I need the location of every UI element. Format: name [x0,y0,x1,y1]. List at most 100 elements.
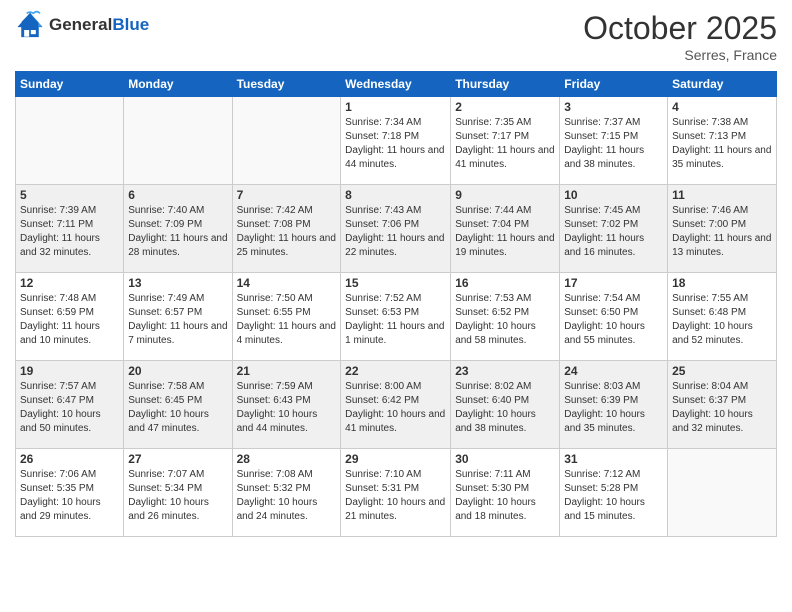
day-number: 19 [20,364,119,378]
day-cell: 1 Sunrise: 7:34 AM Sunset: 7:18 PM Daylig… [341,97,451,185]
day-cell: 30 Sunrise: 7:11 AM Sunset: 5:30 PM Dayli… [451,449,560,537]
day-number: 23 [455,364,555,378]
day-cell: 6Sunrise: 7:40 AM Sunset: 7:09 PM Daylig… [124,185,232,273]
day-info: Sunrise: 7:53 AM Sunset: 6:52 PM Dayligh… [455,292,555,348]
day-cell: 25Sunrise: 8:04 AM Sunset: 6:37 PM Dayli… [668,361,777,449]
day-cell: 31 Sunrise: 7:12 AM Sunset: 5:28 PM Dayli… [560,449,668,537]
day-number: 21 [237,364,337,378]
day-cell: 19Sunrise: 7:57 AM Sunset: 6:47 PM Dayli… [16,361,124,449]
day-info: Sunrise: 7:49 AM Sunset: 6:57 PM Dayligh… [128,292,227,348]
day-info: Sunrise: 7:07 AM Sunset: 5:34 PM Dayligh… [128,468,227,524]
day-info: Sunrise: 8:02 AM Sunset: 6:40 PM Dayligh… [455,380,555,436]
day-header-friday: Friday [560,72,668,97]
location: Serres, France [583,47,777,63]
day-number: 25 [672,364,772,378]
day-header-tuesday: Tuesday [232,72,341,97]
month-title: October 2025 [583,10,777,47]
day-cell: 17Sunrise: 7:54 AM Sunset: 6:50 PM Dayli… [560,273,668,361]
day-info: Sunrise: 7:38 AM Sunset: 7:13 PM Dayligh… [672,116,772,172]
day-cell: 22 Sunrise: 8:00 AM Sunset: 6:42 PM Dayli… [341,361,451,449]
day-info: Sunrise: 7:45 AM Sunset: 7:02 PM Dayligh… [564,204,663,260]
day-info: Sunrise: 7:52 AM Sunset: 6:53 PM Dayligh… [345,292,446,348]
day-info: Sunrise: 7:11 AM Sunset: 5:30 PM Dayligh… [455,468,555,524]
day-number: 16 [455,276,555,290]
day-number: 2 [455,100,555,114]
day-number: 20 [128,364,227,378]
day-cell: 18 Sunrise: 7:55 AM Sunset: 6:48 PM Dayli… [668,273,777,361]
day-number: 26 [20,452,119,466]
day-info: Sunrise: 7:12 AM Sunset: 5:28 PM Dayligh… [564,468,663,524]
day-number: 14 [237,276,337,290]
day-header-monday: Monday [124,72,232,97]
day-info: Sunrise: 8:03 AM Sunset: 6:39 PM Dayligh… [564,380,663,436]
day-header-sunday: Sunday [16,72,124,97]
day-info: Sunrise: 7:08 AM Sunset: 5:32 PM Dayligh… [237,468,337,524]
day-cell: 9 Sunrise: 7:44 AM Sunset: 7:04 PM Daylig… [451,185,560,273]
day-number: 1 [345,100,446,114]
day-header-saturday: Saturday [668,72,777,97]
day-number: 27 [128,452,227,466]
week-row-2: 5Sunrise: 7:39 AM Sunset: 7:11 PM Daylig… [16,185,777,273]
day-cell: 3 Sunrise: 7:37 AM Sunset: 7:15 PM Daylig… [560,97,668,185]
day-info: Sunrise: 7:55 AM Sunset: 6:48 PM Dayligh… [672,292,772,348]
day-cell: 8 Sunrise: 7:43 AM Sunset: 7:06 PM Daylig… [341,185,451,273]
day-number: 8 [345,188,446,202]
day-info: Sunrise: 7:43 AM Sunset: 7:06 PM Dayligh… [345,204,446,260]
day-cell: 13Sunrise: 7:49 AM Sunset: 6:57 PM Dayli… [124,273,232,361]
day-info: Sunrise: 7:10 AM Sunset: 5:31 PM Dayligh… [345,468,446,524]
day-info: Sunrise: 7:42 AM Sunset: 7:08 PM Dayligh… [237,204,337,260]
day-cell: 12Sunrise: 7:48 AM Sunset: 6:59 PM Dayli… [16,273,124,361]
day-info: Sunrise: 7:46 AM Sunset: 7:00 PM Dayligh… [672,204,772,260]
day-cell: 21Sunrise: 7:59 AM Sunset: 6:43 PM Dayli… [232,361,341,449]
day-info: Sunrise: 8:00 AM Sunset: 6:42 PM Dayligh… [345,380,446,436]
logo: General Blue [15,10,149,40]
day-cell: 4Sunrise: 7:38 AM Sunset: 7:13 PM Daylig… [668,97,777,185]
day-cell: 5Sunrise: 7:39 AM Sunset: 7:11 PM Daylig… [16,185,124,273]
day-number: 15 [345,276,446,290]
day-info: Sunrise: 7:06 AM Sunset: 5:35 PM Dayligh… [20,468,119,524]
day-cell: 23 Sunrise: 8:02 AM Sunset: 6:40 PM Dayli… [451,361,560,449]
day-info: Sunrise: 7:48 AM Sunset: 6:59 PM Dayligh… [20,292,119,348]
title-block: October 2025 Serres, France [583,10,777,63]
logo-general: General [49,15,112,35]
day-info: Sunrise: 7:54 AM Sunset: 6:50 PM Dayligh… [564,292,663,348]
day-number: 28 [237,452,337,466]
day-number: 6 [128,188,227,202]
day-cell [668,449,777,537]
logo-blue: Blue [112,15,149,35]
day-cell: 2Sunrise: 7:35 AM Sunset: 7:17 PM Daylig… [451,97,560,185]
logo-icon [15,10,45,40]
page: General Blue October 2025 Serres, France… [0,0,792,612]
day-number: 3 [564,100,663,114]
day-cell: 16 Sunrise: 7:53 AM Sunset: 6:52 PM Dayli… [451,273,560,361]
day-number: 31 [564,452,663,466]
logo-text: General Blue [49,15,149,35]
day-number: 11 [672,188,772,202]
day-info: Sunrise: 7:58 AM Sunset: 6:45 PM Dayligh… [128,380,227,436]
day-number: 18 [672,276,772,290]
week-row-3: 12Sunrise: 7:48 AM Sunset: 6:59 PM Dayli… [16,273,777,361]
day-cell: 20 Sunrise: 7:58 AM Sunset: 6:45 PM Dayli… [124,361,232,449]
day-number: 30 [455,452,555,466]
day-info: Sunrise: 7:39 AM Sunset: 7:11 PM Dayligh… [20,204,119,260]
day-number: 9 [455,188,555,202]
week-row-4: 19Sunrise: 7:57 AM Sunset: 6:47 PM Dayli… [16,361,777,449]
day-info: Sunrise: 7:34 AM Sunset: 7:18 PM Dayligh… [345,116,446,172]
day-cell: 7Sunrise: 7:42 AM Sunset: 7:08 PM Daylig… [232,185,341,273]
day-number: 24 [564,364,663,378]
day-cell: 10 Sunrise: 7:45 AM Sunset: 7:02 PM Dayli… [560,185,668,273]
day-cell: 29Sunrise: 7:10 AM Sunset: 5:31 PM Dayli… [341,449,451,537]
calendar: SundayMondayTuesdayWednesdayThursdayFrid… [15,71,777,537]
day-header-thursday: Thursday [451,72,560,97]
day-cell [232,97,341,185]
day-number: 22 [345,364,446,378]
day-info: Sunrise: 7:50 AM Sunset: 6:55 PM Dayligh… [237,292,337,348]
day-info: Sunrise: 7:37 AM Sunset: 7:15 PM Dayligh… [564,116,663,172]
day-cell: 24 Sunrise: 8:03 AM Sunset: 6:39 PM Dayli… [560,361,668,449]
day-cell [16,97,124,185]
week-row-5: 26 Sunrise: 7:06 AM Sunset: 5:35 PM Dayli… [16,449,777,537]
day-info: Sunrise: 7:44 AM Sunset: 7:04 PM Dayligh… [455,204,555,260]
week-row-1: 1 Sunrise: 7:34 AM Sunset: 7:18 PM Daylig… [16,97,777,185]
day-number: 10 [564,188,663,202]
day-cell: 28 Sunrise: 7:08 AM Sunset: 5:32 PM Dayli… [232,449,341,537]
